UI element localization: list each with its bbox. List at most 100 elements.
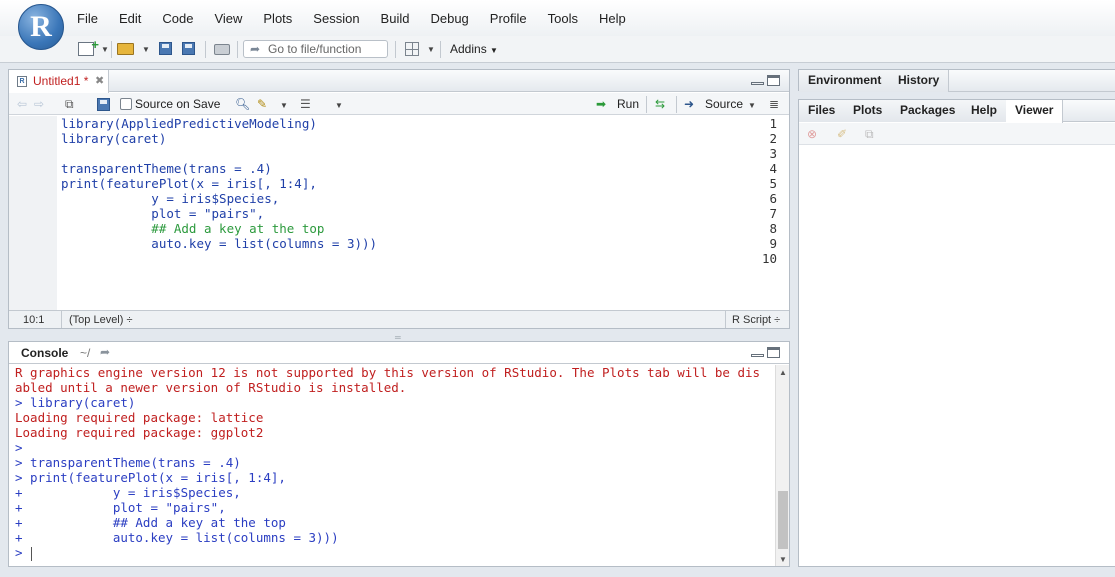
line-number: 3 [769,146,777,161]
console-prompt[interactable]: > [15,545,30,560]
code-tools-dropdown-icon[interactable]: ▼ [280,101,288,110]
tab-files[interactable]: Files [799,100,846,122]
tab-history[interactable]: History [889,70,950,92]
close-icon[interactable]: ✖ [95,74,104,87]
open-file-button[interactable] [117,41,141,57]
scope-selector[interactable]: (Top Level) ÷ [69,314,133,326]
compile-report-icon[interactable]: ☰ [300,97,311,111]
toolbar-divider [205,41,206,58]
console-line: > transparentTheme(trans = .4) [15,455,241,470]
tab-viewer[interactable]: Viewer [1006,100,1064,123]
back-arrow-icon[interactable]: ⇦ [17,97,27,111]
pane-layout-dropdown-icon[interactable]: ▼ [427,45,435,54]
menu-plots[interactable]: Plots [263,11,292,26]
toolbar-divider [440,41,441,58]
tab-untitled1[interactable]: R Untitled1 * ✖ [9,70,109,93]
save-icon [159,42,172,55]
chevron-down-icon: ▼ [490,46,498,55]
tab-help[interactable]: Help [962,100,1008,122]
print-icon [214,44,230,55]
run-button[interactable]: Run [617,97,639,111]
console-title[interactable]: Console [21,346,68,360]
save-script-button[interactable] [97,97,110,111]
source-on-save-checkbox[interactable] [120,98,132,110]
magic-wand-icon[interactable]: ✎ [257,97,267,111]
menu-edit[interactable]: Edit [119,11,141,26]
maximize-icon[interactable] [767,75,780,86]
line-number: 8 [769,221,777,236]
line-number: 2 [769,131,777,146]
menu-help[interactable]: Help [599,11,626,26]
save-all-button[interactable] [182,41,198,57]
console-window-buttons [751,347,783,359]
tab-environment[interactable]: Environment [799,70,892,92]
console-working-dir: ~/ [80,346,91,360]
minimize-icon[interactable] [751,82,764,85]
line-number: 1 [769,116,777,131]
go-to-directory-icon[interactable]: ➦ [100,345,110,359]
source-on-save-label: Source on Save [135,97,221,111]
line-number: 10 [761,251,777,266]
console-line: + ## Add a key at the top [15,515,286,530]
open-file-dropdown-icon[interactable]: ▼ [142,45,150,54]
toolbar-divider [676,96,677,113]
code-line-comment: ## Add a key at the top [61,221,325,236]
console-line: Loading required package: lattice [15,410,264,425]
show-in-new-window-icon[interactable]: ⧉ [865,127,874,142]
console-line: R graphics engine version 12 is not supp… [15,365,761,380]
viewer-toolbar: ⊗ ✐ ⧉ [799,123,1115,145]
scroll-up-icon[interactable]: ▲ [779,368,787,377]
remove-viewer-item-icon[interactable]: ⊗ [807,127,817,141]
code-line: library(caret) [61,131,167,146]
minimize-icon[interactable] [751,354,764,357]
pane-layout-button[interactable] [405,41,423,57]
tab-plots[interactable]: Plots [844,100,893,122]
maximize-icon[interactable] [767,347,780,358]
addins-button[interactable]: Addins ▼ [450,42,498,56]
menu-view[interactable]: View [214,11,242,26]
toolbar-divider [111,41,112,58]
new-file-icon [78,37,99,56]
r-script-icon: R [17,76,27,87]
console-scrollbar[interactable]: ▲ ▼ [775,365,789,566]
toolbar-divider [395,41,396,58]
search-icon[interactable]: 🔍︎ [235,97,250,111]
editor-tab-label: Untitled1 * [33,74,89,88]
menu-tools[interactable]: Tools [548,11,578,26]
menu-file[interactable]: File [77,11,98,26]
menu-build[interactable]: Build [381,11,410,26]
toolbar-divider [646,96,647,113]
toolbar-divider [237,41,238,58]
file-type-selector[interactable]: R Script ÷ [732,314,780,326]
new-file-dropdown-icon[interactable]: ▼ [101,45,109,54]
source-button[interactable]: Source [705,97,743,111]
go-to-file-input[interactable]: Go to file/function [243,40,388,58]
source-dropdown-icon[interactable]: ▼ [748,101,756,110]
status-divider [61,311,62,328]
menu-debug[interactable]: Debug [430,11,468,26]
show-in-window-icon[interactable]: ⧉ [65,97,74,112]
menu-profile[interactable]: Profile [490,11,527,26]
console-pane: Console ~/ ➦ R graphics engine version 1… [8,341,790,567]
editor-options-dropdown-icon[interactable]: ▼ [335,101,343,110]
console-output[interactable]: R graphics engine version 12 is not supp… [9,365,775,566]
editor-tab-bar: R Untitled1 * ✖ [9,70,789,93]
code-line: plot = "pairs", [61,206,265,221]
scroll-down-icon[interactable]: ▼ [779,555,787,564]
print-button[interactable] [214,41,232,57]
rerun-icon[interactable]: ⇆ [655,97,665,111]
run-arrow-icon: ➡ [596,97,607,111]
scrollbar-thumb[interactable] [778,491,788,549]
line-number: 7 [769,206,777,221]
code-editor[interactable]: 1 2 3 4 5 6 7 8 9 10 library(AppliedPred… [9,116,789,311]
outline-icon[interactable]: ≣ [769,97,779,111]
tab-packages[interactable]: Packages [891,100,966,122]
save-button[interactable] [159,41,175,57]
source-arrow-icon: ➜ [684,97,695,111]
broom-icon[interactable]: ✐ [837,127,847,141]
forward-arrow-icon[interactable]: ⇨ [34,97,44,111]
new-file-button[interactable] [78,37,102,57]
menu-code[interactable]: Code [162,11,193,26]
console-line: > library(caret) [15,395,136,410]
menu-session[interactable]: Session [313,11,359,26]
